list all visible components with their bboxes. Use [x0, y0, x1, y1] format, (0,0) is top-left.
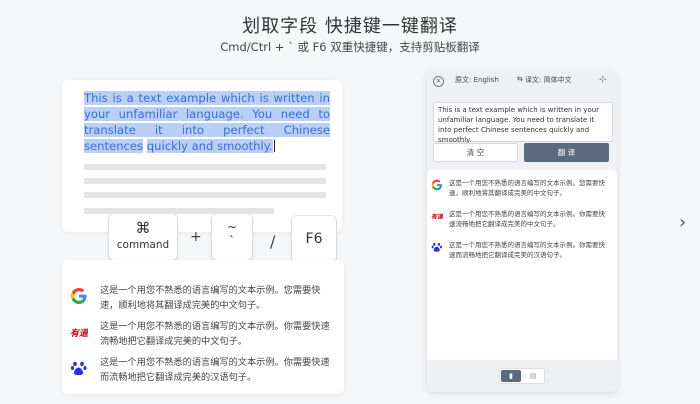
svg-text:有道: 有道: [70, 328, 88, 339]
youdao-icon: 有道: [70, 328, 88, 339]
pin-icon[interactable]: ⊹: [599, 75, 607, 85]
youdao-icon: 有道: [431, 213, 443, 221]
window-toolbar: × 原文: English ⇆ 译文: 简体中文 ⊹: [427, 70, 617, 94]
translation-results-panel: 这是一个用您不熟悉的语言编写的文本示例。您需要快速，顺利地将其翻译成完美的中文句…: [427, 170, 617, 360]
result-text: 这是一个用您不熟悉的语言编写的文本示例。您需要快速，顺利地将其翻译成完美的中文句…: [449, 179, 605, 197]
tilde-glyph: ~: [226, 220, 238, 234]
command-key: ⌘ command: [109, 214, 177, 260]
sample-text-card: This is a text example which is written …: [62, 80, 342, 232]
page-subtitle: Cmd/Ctrl + ` 或 F6 双重快捷键，支持剪贴板翻译: [220, 40, 480, 54]
f6-key: F6: [292, 216, 336, 262]
translate-button[interactable]: 翻 译: [524, 143, 609, 162]
sample-text: This is a text example which is written …: [84, 90, 330, 154]
translation-results-card: 这是一个用您不熟悉的语言编写的文本示例。您需要快速，顺利地将其翻译成完美的中文句…: [62, 260, 344, 394]
sample-line-1: This is a text example which is written …: [84, 91, 330, 105]
close-icon[interactable]: ×: [433, 76, 444, 87]
google-icon: [71, 288, 87, 304]
baidu-icon: [70, 361, 87, 375]
clipboard-icon[interactable]: ▮: [501, 370, 521, 382]
result-text: 这是一个用您不熟悉的语言编写的文本示例。你需要快速流畅地把它翻译成完美的中文句子…: [449, 210, 605, 228]
placeholder-line: [84, 192, 326, 198]
sample-line-2: your unfamiliar language. You need to: [84, 107, 330, 121]
result-text: 这是一个用您不熟悉的语言编写的文本示例。您需要快速，顺利地将其翻译成完美的中文句…: [100, 285, 321, 311]
sample-line-4: quickly and smoothly.: [146, 139, 273, 153]
view-toggle[interactable]: ▮ ▤: [499, 368, 545, 384]
result-text: 这是一个用您不熟悉的语言编写的文本示例。你需要快速而流畅地把它翻译成完美的汉语句…: [100, 357, 330, 383]
google-icon: [431, 179, 442, 191]
swap-icon[interactable]: ⇆: [517, 75, 523, 83]
clear-button[interactable]: 清 空: [433, 143, 518, 162]
source-text-input[interactable]: This is a text example which is written …: [433, 102, 613, 144]
backtick-glyph: `: [229, 234, 235, 248]
text-cursor: [273, 140, 275, 152]
target-language-select[interactable]: 译文: 简体中文: [525, 75, 572, 85]
result-text: 这是一个用您不熟悉的语言编写的文本示例。你需要快速流畅地把它翻译成完美的中文句子…: [100, 321, 330, 347]
backtick-key: ~ `: [212, 214, 252, 260]
command-icon: ⌘: [135, 219, 151, 237]
baidu-icon: [431, 242, 443, 252]
placeholder-line: [84, 164, 326, 170]
source-language-select[interactable]: 原文: English: [455, 75, 499, 85]
slash-separator: /: [270, 232, 276, 251]
plus-sign: +: [190, 229, 202, 245]
result-text: 这是一个用您不熟悉的语言编写的文本示例。你需要快速而流畅地把它翻译成完美的汉语句…: [449, 241, 605, 259]
panel-icon[interactable]: ▤: [523, 370, 543, 382]
translator-window: × 原文: English ⇆ 译文: 简体中文 ⊹ This is a tex…: [427, 70, 617, 392]
next-slide-icon[interactable]: ›: [679, 212, 686, 233]
page-title: 划取字段 快捷键一键翻译: [242, 16, 458, 37]
command-key-label: command: [116, 239, 170, 251]
placeholder-line: [84, 178, 326, 184]
svg-text:有道: 有道: [431, 213, 443, 221]
